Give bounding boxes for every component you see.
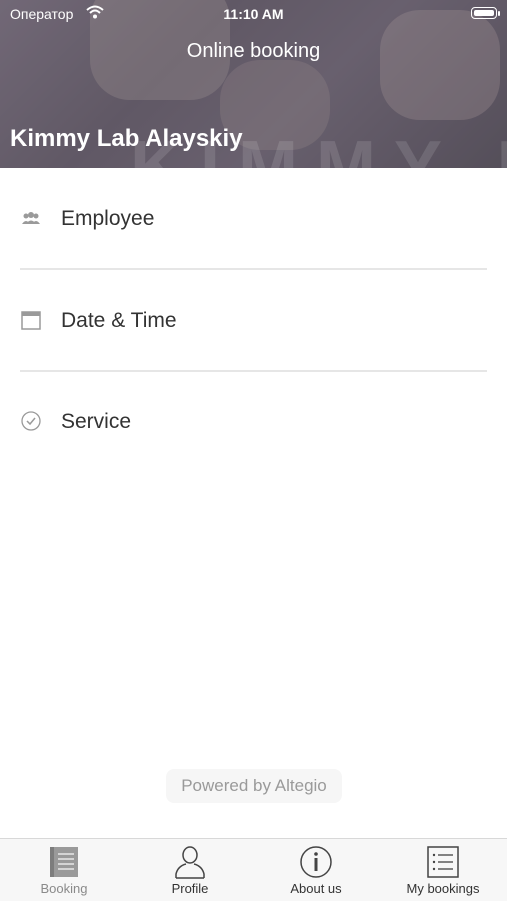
people-icon [20, 208, 42, 230]
tab-my-bookings[interactable]: My bookings [380, 839, 506, 901]
tab-label: Booking [40, 881, 88, 896]
status-time: 11:10 AM [223, 6, 284, 22]
powered-by-link[interactable]: Powered by Altegio [166, 769, 342, 803]
tab-about-us[interactable]: About us [253, 839, 379, 901]
menu-item-label: Employee [61, 207, 155, 230]
tab-label: My bookings [406, 881, 480, 896]
menu-item-label: Date & Time [61, 309, 177, 332]
company-name: Kimmy Lab Alayskiy [10, 125, 243, 152]
header-banner: KIMMY LA Оператор 11:10 AM Online bookin… [0, 0, 507, 168]
battery-tip [498, 11, 500, 16]
tab-label: About us [290, 881, 342, 896]
menu-item-employee[interactable]: Employee [0, 168, 507, 268]
tab-bar: Booking Profile About us My bookings [0, 838, 507, 901]
page-title: Online booking [186, 40, 321, 62]
profile-icon [175, 846, 205, 879]
info-icon [300, 846, 332, 878]
tab-profile[interactable]: Profile [127, 839, 253, 901]
booking-icon [50, 847, 78, 877]
status-bar: Оператор 11:10 AM [0, 0, 507, 28]
check-circle-icon [20, 410, 42, 432]
tab-booking[interactable]: Booking [1, 839, 127, 901]
tab-label: Profile [171, 881, 209, 896]
battery-icon [471, 7, 497, 19]
menu-item-service[interactable]: Service [0, 372, 507, 472]
menu-item-date-time[interactable]: Date & Time [0, 270, 507, 370]
list-icon [427, 846, 459, 878]
menu-item-label: Service [61, 410, 132, 433]
calendar-icon [20, 309, 42, 331]
